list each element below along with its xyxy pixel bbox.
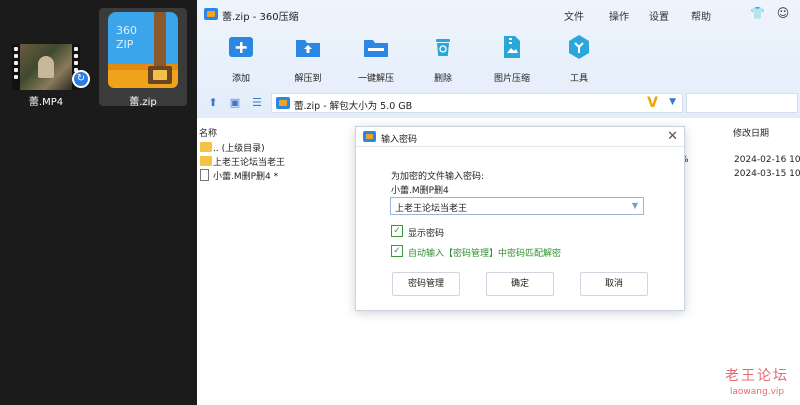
dialog-prompt: 为加密的文件输入密码: bbox=[391, 172, 485, 182]
one-click-extract-icon bbox=[364, 40, 388, 57]
skin-icon[interactable]: 👕 bbox=[750, 6, 765, 20]
archive-icon bbox=[363, 131, 376, 142]
column-header-date[interactable]: 修改日期 bbox=[733, 126, 769, 139]
file-name: 小蕾.M删P删4 * bbox=[213, 172, 279, 182]
video-file-icon bbox=[12, 44, 80, 90]
menu-operate[interactable]: 操作 bbox=[609, 8, 629, 23]
file-name: 上老王论坛当老王 bbox=[213, 158, 286, 168]
desktop-item-zip[interactable]: 360 ZIP 蕾.zip bbox=[99, 8, 187, 108]
close-icon[interactable]: ✕ bbox=[667, 129, 678, 144]
menu-help[interactable]: 帮助 bbox=[691, 8, 711, 23]
file-date: 2024-02-16 10 bbox=[734, 155, 800, 165]
password-input[interactable]: 上老王论坛当老王 ▼ bbox=[390, 197, 644, 215]
toolbar-extract-to-label: 解压到 bbox=[294, 74, 322, 84]
shortcut-badge-icon: ↻ bbox=[72, 70, 90, 88]
list-view-icon[interactable]: ☰ bbox=[251, 97, 263, 109]
title-bar: 蕾.zip - 360压缩 文件 操作 设置 帮助 👕 ☺ 添加 解压到 一键解… bbox=[197, 0, 800, 118]
toolbar-delete-button[interactable]: 删除 bbox=[411, 34, 475, 84]
address-bar-row: ⬆ ▣ ☰ 蕾.zip - 解包大小为 5.0 GB V ▼ bbox=[197, 90, 800, 116]
watermark: 老王论坛 laowang.vip bbox=[717, 365, 797, 397]
toolbar-one-click-extract-label: 一键解压 bbox=[357, 74, 394, 84]
toolbar-extract-to-button[interactable]: 解压到 bbox=[276, 34, 340, 84]
up-arrow-icon[interactable]: ⬆ bbox=[207, 97, 219, 109]
folder-icon bbox=[200, 142, 212, 152]
password-manager-button[interactable]: 密码管理 bbox=[392, 272, 460, 296]
path-text: 蕾.zip - 解包大小为 5.0 GB bbox=[294, 101, 413, 112]
desktop-item-label: 蕾.MP4 bbox=[28, 97, 64, 108]
delete-icon bbox=[436, 39, 450, 56]
add-icon bbox=[229, 37, 253, 57]
watermark-url: laowang.vip bbox=[729, 387, 785, 397]
auto-input-checkbox[interactable]: ✓ bbox=[391, 245, 403, 257]
app-icon bbox=[204, 8, 218, 20]
chevron-down-icon[interactable]: ▼ bbox=[669, 97, 676, 107]
file-date: 2024-03-15 10 bbox=[734, 169, 800, 179]
path-input[interactable]: 蕾.zip - 解包大小为 5.0 GB V ▼ bbox=[271, 93, 683, 113]
password-dialog: 输入密码 ✕ 为加密的文件输入密码: 小蕾.M删P删4 上老王论坛当老王 ▼ ✓… bbox=[355, 126, 685, 311]
toolbar-tools-label: 工具 bbox=[569, 74, 588, 84]
menu-file[interactable]: 文件 bbox=[564, 8, 584, 23]
dialog-title: 输入密码 bbox=[381, 135, 418, 145]
toolbar-add-label: 添加 bbox=[231, 74, 250, 84]
desktop-item-label: 蕾.zip bbox=[129, 97, 157, 108]
show-password-checkbox[interactable]: ✓ bbox=[391, 225, 403, 237]
file-icon bbox=[200, 169, 209, 181]
ok-button[interactable]: 确定 bbox=[486, 272, 554, 296]
search-input[interactable] bbox=[686, 93, 798, 113]
toolbar-delete-label: 删除 bbox=[433, 74, 452, 84]
cancel-button[interactable]: 取消 bbox=[580, 272, 648, 296]
auto-input-label[interactable]: 自动输入【密码管理】中密码匹配解密 bbox=[408, 246, 561, 259]
show-password-label: 显示密码 bbox=[408, 229, 445, 239]
watermark-title: 老王论坛 bbox=[725, 368, 789, 384]
toolbar-image-compress-button[interactable]: 图片压缩 bbox=[480, 34, 544, 84]
svg-text:360: 360 bbox=[116, 24, 137, 37]
svg-text:ZIP: ZIP bbox=[116, 38, 134, 51]
toolbar-add-button[interactable]: 添加 bbox=[209, 34, 273, 84]
dialog-filename: 小蕾.M删P删4 bbox=[391, 186, 449, 196]
desktop: ↻ 蕾.MP4 360 ZIP 蕾.zip bbox=[0, 0, 197, 405]
file-name: .. (上级目录) bbox=[213, 144, 265, 154]
chevron-down-icon[interactable]: ▼ bbox=[632, 201, 638, 210]
image-compress-icon bbox=[504, 36, 520, 58]
menu-settings[interactable]: 设置 bbox=[649, 8, 669, 23]
window-title: 蕾.zip - 360压缩 bbox=[222, 12, 299, 23]
tools-icon bbox=[569, 35, 589, 59]
toolbar-image-compress-label: 图片压缩 bbox=[493, 74, 530, 84]
folder-icon bbox=[200, 156, 212, 166]
dialog-header: 输入密码 ✕ bbox=[356, 127, 684, 147]
toolbar-one-click-extract-button[interactable]: 一键解压 bbox=[344, 34, 408, 84]
archive-window: 蕾.zip - 360压缩 文件 操作 设置 帮助 👕 ☺ 添加 解压到 一键解… bbox=[197, 0, 800, 405]
desktop-item-video[interactable]: ↻ 蕾.MP4 bbox=[2, 8, 90, 108]
toolbar-tools-button[interactable]: 工具 bbox=[547, 34, 611, 84]
column-header-name[interactable]: 名称 bbox=[199, 126, 217, 139]
view-icon[interactable]: ▣ bbox=[229, 97, 241, 109]
password-value: 上老王论坛当老王 bbox=[395, 204, 468, 214]
360zip-archive-icon: 360 ZIP bbox=[108, 12, 178, 88]
v-logo-icon[interactable]: V bbox=[647, 95, 658, 111]
archive-icon bbox=[276, 97, 290, 109]
feedback-icon[interactable]: ☺ bbox=[776, 6, 790, 20]
extract-to-icon bbox=[296, 40, 320, 57]
